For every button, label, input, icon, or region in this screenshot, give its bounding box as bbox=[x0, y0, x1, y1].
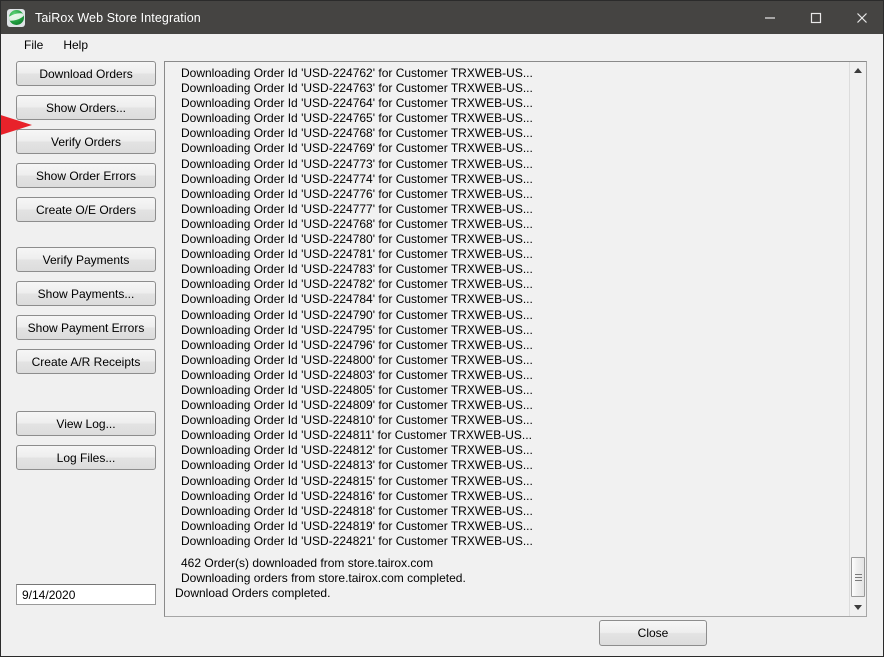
date-input[interactable]: 9/14/2020 bbox=[16, 584, 156, 605]
log-line: Downloading Order Id 'USD-224809' for Cu… bbox=[181, 398, 533, 413]
log-line: Downloading Order Id 'USD-224784' for Cu… bbox=[181, 292, 533, 307]
menu-bar: File Help bbox=[2, 34, 883, 56]
log-line: Downloading Order Id 'USD-224810' for Cu… bbox=[181, 413, 533, 428]
log-line: Downloading Order Id 'USD-224777' for Cu… bbox=[181, 201, 533, 216]
sidebar-button-create-oe-orders[interactable]: Create O/E Orders bbox=[16, 197, 156, 222]
scrollbar-grip-icon bbox=[854, 573, 862, 581]
log-line: Downloading Order Id 'USD-224773' for Cu… bbox=[181, 156, 533, 171]
sidebar-button-view-log[interactable]: View Log... bbox=[16, 411, 156, 436]
sidebar-button-create-ar-receipts[interactable]: Create A/R Receipts bbox=[16, 349, 156, 374]
close-icon[interactable] bbox=[839, 1, 883, 34]
sidebar-button-log-files[interactable]: Log Files... bbox=[16, 445, 156, 470]
log-line: Downloading Order Id 'USD-224821' for Cu… bbox=[181, 533, 533, 548]
log-line: Downloading Order Id 'USD-224816' for Cu… bbox=[181, 488, 533, 503]
scroll-up-icon[interactable] bbox=[850, 62, 866, 79]
scrollbar-thumb[interactable] bbox=[851, 557, 865, 597]
log-line: Downloading Order Id 'USD-224819' for Cu… bbox=[181, 518, 533, 533]
log-output-panel: Downloading Order Id 'USD-224762' for Cu… bbox=[164, 61, 867, 617]
log-line: Downloading Order Id 'USD-224818' for Cu… bbox=[181, 503, 533, 518]
log-line: Downloading Order Id 'USD-224783' for Cu… bbox=[181, 262, 533, 277]
log-line: Downloading Order Id 'USD-224782' for Cu… bbox=[181, 277, 533, 292]
sidebar-button-show-orders[interactable]: Show Orders... bbox=[16, 95, 156, 120]
log-line: Downloading Order Id 'USD-224796' for Cu… bbox=[181, 337, 533, 352]
window-title: TaiRox Web Store Integration bbox=[35, 10, 201, 25]
log-line: Downloading Order Id 'USD-224768' for Cu… bbox=[181, 126, 533, 141]
log-line: Downloading Order Id 'USD-224812' for Cu… bbox=[181, 443, 533, 458]
log-line: Downloading Order Id 'USD-224762' for Cu… bbox=[181, 66, 533, 80]
log-line: Downloading Order Id 'USD-224790' for Cu… bbox=[181, 307, 533, 322]
log-line: Downloading Order Id 'USD-224795' for Cu… bbox=[181, 322, 533, 337]
log-line: Downloading Order Id 'USD-224803' for Cu… bbox=[181, 367, 533, 382]
log-line: Downloading Order Id 'USD-224769' for Cu… bbox=[181, 141, 533, 156]
application-window: TaiRox Web Store Integration File Help D… bbox=[0, 0, 884, 657]
sidebar-button-download-orders[interactable]: Download Orders bbox=[16, 61, 156, 86]
log-line: Downloading Order Id 'USD-224815' for Cu… bbox=[181, 473, 533, 488]
log-spacer bbox=[165, 549, 849, 556]
tairox-globe-icon bbox=[7, 8, 25, 27]
log-line: Downloading Order Id 'USD-224764' for Cu… bbox=[181, 96, 533, 111]
log-line: Downloading Order Id 'USD-224765' for Cu… bbox=[181, 111, 533, 126]
minimize-icon[interactable] bbox=[747, 1, 793, 34]
log-text-content[interactable]: Downloading Order Id 'USD-224762' for Cu… bbox=[165, 62, 849, 616]
window-controls bbox=[747, 1, 883, 34]
log-line: Downloading orders from store.tairox.com… bbox=[181, 571, 466, 586]
sidebar-button-verify-orders[interactable]: Verify Orders bbox=[16, 129, 156, 154]
sidebar-button-show-payments[interactable]: Show Payments... bbox=[16, 281, 156, 306]
log-line: Download Orders completed. bbox=[175, 586, 331, 601]
sidebar: Download Orders Show Orders... Verify Or… bbox=[1, 56, 164, 656]
log-line: Downloading Order Id 'USD-224811' for Cu… bbox=[181, 428, 532, 443]
sidebar-button-verify-payments[interactable]: Verify Payments bbox=[16, 247, 156, 272]
annotation-arrow-icon bbox=[1, 111, 32, 139]
menu-item-file[interactable]: File bbox=[14, 36, 53, 54]
log-line: Downloading Order Id 'USD-224781' for Cu… bbox=[181, 247, 533, 262]
sidebar-button-show-order-errors[interactable]: Show Order Errors bbox=[16, 163, 156, 188]
log-line: Downloading Order Id 'USD-224805' for Cu… bbox=[181, 382, 533, 397]
log-line: Downloading Order Id 'USD-224813' for Cu… bbox=[181, 458, 533, 473]
log-line: Downloading Order Id 'USD-224763' for Cu… bbox=[181, 81, 533, 96]
client-area: Download Orders Show Orders... Verify Or… bbox=[1, 56, 883, 656]
close-button[interactable]: Close bbox=[599, 620, 707, 646]
sidebar-button-show-payment-errors[interactable]: Show Payment Errors bbox=[16, 315, 156, 340]
title-bar: TaiRox Web Store Integration bbox=[1, 1, 883, 34]
log-scrollbar[interactable] bbox=[849, 62, 866, 616]
log-line: Downloading Order Id 'USD-224774' for Cu… bbox=[181, 171, 533, 186]
log-line: Downloading Order Id 'USD-224800' for Cu… bbox=[181, 352, 533, 367]
log-line: Downloading Order Id 'USD-224776' for Cu… bbox=[181, 186, 533, 201]
maximize-icon[interactable] bbox=[793, 1, 839, 34]
log-line: 462 Order(s) downloaded from store.tairo… bbox=[181, 556, 434, 570]
log-line: Downloading Order Id 'USD-224780' for Cu… bbox=[181, 232, 533, 247]
scroll-down-icon[interactable] bbox=[850, 599, 866, 616]
menu-item-help[interactable]: Help bbox=[53, 36, 98, 54]
log-line: Downloading Order Id 'USD-224768' for Cu… bbox=[181, 216, 533, 231]
